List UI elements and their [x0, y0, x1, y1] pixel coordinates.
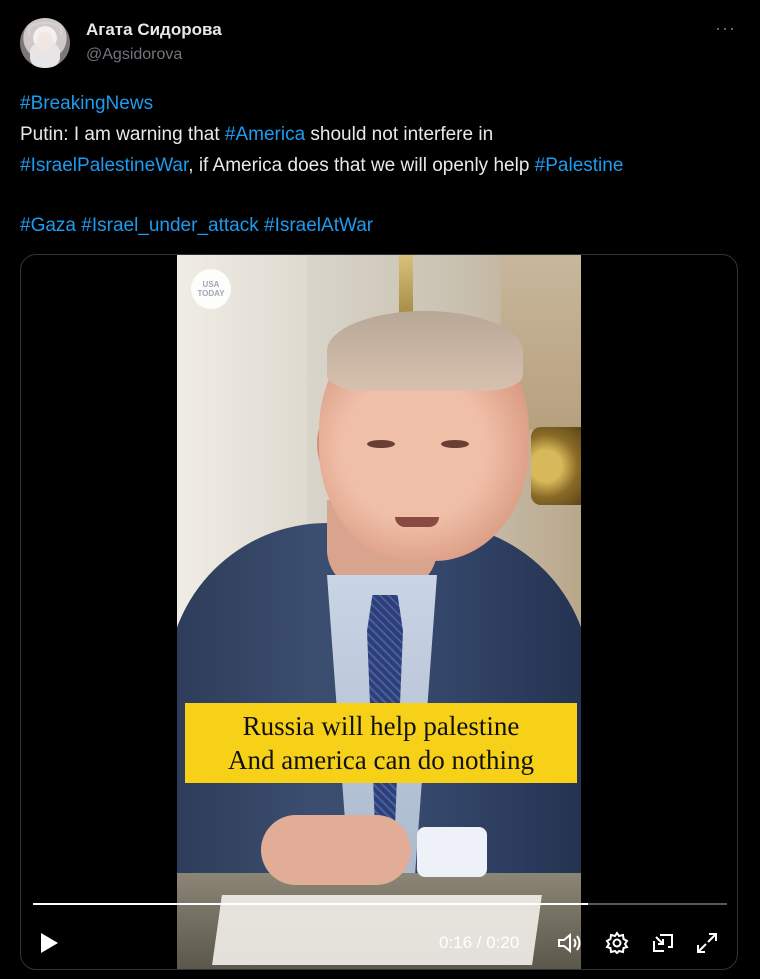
- tweet-line-3: #IsraelPalestineWar, if America does tha…: [20, 150, 742, 181]
- hashtag-link[interactable]: #Palestine: [535, 155, 624, 176]
- tweet-line-1: #BreakingNews: [20, 88, 742, 119]
- hashtag-link[interactable]: #BreakingNews: [20, 93, 153, 114]
- hashtag-link[interactable]: #IsraelAtWar: [264, 215, 373, 236]
- progress-bar[interactable]: [33, 903, 727, 905]
- video-frame[interactable]: USA TODAY: [177, 255, 581, 969]
- caption-line-1: Russia will help palestine: [242, 711, 520, 741]
- hashtag-link[interactable]: #Israel_under_attack: [81, 215, 258, 236]
- author-display-name[interactable]: Агата Сидорова: [86, 20, 222, 40]
- tweet-text: #BreakingNews Putin: I am warning that #…: [20, 88, 742, 241]
- volume-icon[interactable]: [555, 929, 583, 957]
- hashtag-link[interactable]: #IsraelPalestineWar: [20, 155, 188, 176]
- tweet-header: Агата Сидорова @Agsidorova ···: [20, 14, 740, 74]
- hashtag-link[interactable]: #Gaza: [20, 215, 76, 236]
- tweet-line-4: #Gaza #Israel_under_attack #IsraelAtWar: [20, 210, 742, 241]
- fullscreen-icon[interactable]: [693, 929, 721, 957]
- video-controls: 0:16 / 0:20: [21, 923, 737, 963]
- play-icon[interactable]: [35, 929, 63, 957]
- settings-icon[interactable]: [603, 929, 631, 957]
- picture-in-picture-icon[interactable]: [649, 929, 677, 957]
- tweet-line-2: Putin: I am warning that #America should…: [20, 119, 742, 150]
- speaker-eye-right: [441, 440, 469, 448]
- progress-fill: [33, 903, 589, 905]
- more-options-icon[interactable]: ···: [715, 18, 736, 39]
- speaker-hands: [261, 815, 411, 885]
- speaker-cuff: [417, 827, 487, 877]
- speaker-mouth: [395, 517, 439, 527]
- caption-line-2: And america can do nothing: [228, 745, 534, 775]
- time-display: 0:16 / 0:20: [439, 933, 520, 952]
- avatar-face: [37, 32, 53, 52]
- tweet-text-segment: , if America does that we will openly he…: [188, 155, 535, 176]
- video-caption: Russia will help palestine And america c…: [185, 703, 577, 783]
- hashtag-link[interactable]: #America: [225, 124, 305, 145]
- avatar[interactable]: [20, 18, 70, 68]
- gold-ornament: [531, 427, 581, 505]
- tweet-text-segment: Putin: I am warning that: [20, 124, 225, 145]
- tweet-text-segment: should not interfere in: [305, 124, 494, 145]
- usa-today-logo: USA TODAY: [191, 269, 231, 309]
- gold-pillar: [399, 255, 413, 315]
- video-player[interactable]: USA TODAY Russia will help palestine And…: [20, 254, 738, 970]
- speaker-eye-left: [367, 440, 395, 448]
- speaker-hair: [327, 311, 523, 391]
- author-handle[interactable]: @Agsidorova: [86, 46, 182, 64]
